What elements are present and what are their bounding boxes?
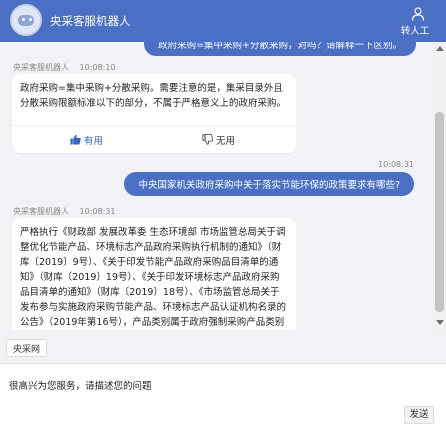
thumbs-down-icon [202,134,213,145]
user-message: 中央国家机关政府采购中关于落实节能环保的政策要求有哪些? [124,172,414,196]
message-time: 10:08:31 [79,207,116,216]
scroll-up-arrow-icon[interactable] [436,46,444,51]
transfer-label: 转人工 [400,26,430,37]
message-input-area[interactable]: 很高兴为您服务，请描述您的问题 发送 [0,365,446,434]
scrollbar-thumb[interactable] [435,112,444,312]
thumbs-up-icon [70,134,81,145]
chat-header: 央采客服机器人 转人工 [0,0,446,42]
send-button[interactable]: 发送 [404,406,434,424]
sender-name: 央采客服机器人 [13,63,69,72]
chat-messages[interactable]: 政府采购=集中采购+分散采购，对吗？请解释一下区别。 央采客服机器人 10:08… [0,42,446,330]
message-input[interactable]: 很高兴为您服务，请描述您的问题 [9,378,152,392]
user-message: 政府采购=集中采购+分散采购，对吗？请解释一下区别。 [144,42,416,56]
user-message-text: 中央国家机关政府采购中关于落实节能环保的政策要求有哪些? [138,180,400,191]
message-time: 10:08:31 [378,160,414,169]
useless-label: 无用 [216,136,236,147]
bot-avatar [10,4,42,36]
chat-title: 央采客服机器人 [50,14,131,28]
quick-reply-bar: 央采网 [0,330,446,364]
message-meta: 央采客服机器人 10:08:10 [13,62,115,73]
user-message-text: 政府采购=集中采购+分散采购，对吗？请解释一下区别。 [158,42,402,51]
chat-scrollbar[interactable] [433,42,446,330]
useful-label: 有用 [84,136,104,147]
person-icon [411,7,425,21]
feedback-bar: 有用 无用 [12,125,296,153]
message-time: 10:08:10 [79,63,116,72]
message-meta: 央采客服机器人 10:08:31 [13,206,115,217]
bot-message-text: 政府采购=集中采购+分散采购。需要注意的是，集采目录外且分散采购限额标准以下的部… [20,83,287,109]
useless-button[interactable]: 无用 [202,133,235,147]
bot-message: 严格执行《财政部 发展改革委 生态环境部 市场监管总局关于调整优化节能产品、环境… [12,218,296,330]
scroll-down-arrow-icon[interactable] [436,320,444,325]
transfer-to-human-button[interactable]: 转人工 [401,7,432,37]
bot-message: 政府采购=集中采购+分散采购。需要注意的是，集采目录外且分散采购限额标准以下的部… [12,74,296,153]
bot-message-text: 严格执行《财政部 发展改革委 生态环境部 市场监管总局关于调整优化节能产品、环境… [20,227,287,328]
quick-reply-chip[interactable]: 央采网 [6,339,48,357]
sender-name: 央采客服机器人 [13,207,69,216]
useful-button[interactable]: 有用 [70,133,103,147]
